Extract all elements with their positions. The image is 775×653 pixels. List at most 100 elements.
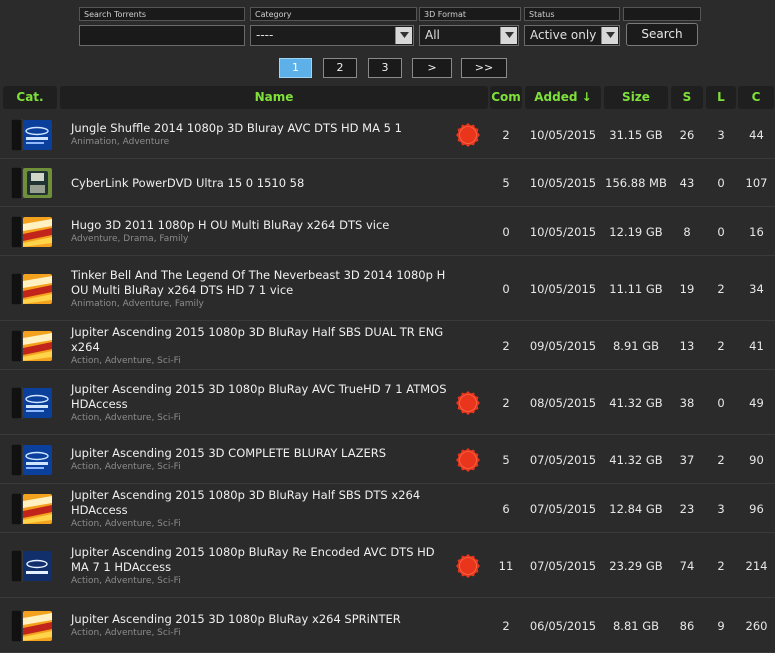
table-row[interactable]: Hugo 3D 2011 1080p H OU Multi BluRay x26…	[0, 207, 775, 256]
page-1-button[interactable]: 1	[279, 58, 312, 78]
status-select[interactable]: Active only	[524, 25, 620, 46]
torrent-title-link[interactable]: Jupiter Ascending 2015 1080p BluRay Re E…	[71, 545, 451, 575]
page-3-button[interactable]: 3	[368, 58, 402, 78]
torrent-size: 41.32 GB	[609, 453, 663, 467]
sort-down-icon: ↓	[581, 90, 592, 104]
leechers-count: 0	[717, 225, 725, 239]
comments-count[interactable]: 6	[490, 502, 522, 516]
seeders-count: 86	[679, 619, 695, 633]
x264-icon[interactable]	[10, 492, 53, 526]
bd25-icon[interactable]	[10, 549, 53, 583]
torrent-size: 11.11 GB	[609, 282, 663, 296]
column-header-size[interactable]: Size	[604, 86, 668, 109]
comments-count[interactable]: 11	[490, 559, 522, 573]
torrent-genres: Action, Adventure, Sci-Fi	[71, 413, 181, 423]
bluray-icon[interactable]	[10, 118, 53, 152]
added-date: 10/05/2015	[529, 225, 597, 239]
next-page-button[interactable]: >	[412, 58, 452, 78]
bluray-icon[interactable]	[10, 443, 53, 477]
torrent-title-link[interactable]: Jungle Shuffle 2014 1080p 3D Bluray AVC …	[71, 121, 451, 136]
x264-icon[interactable]	[10, 272, 53, 306]
completed-count: 34	[749, 282, 764, 296]
seeders-count: 74	[679, 559, 695, 573]
leechers-count: 0	[717, 176, 725, 190]
column-header-leechers[interactable]: L	[706, 86, 736, 109]
completed-count: 107	[745, 176, 768, 190]
leechers-count: 3	[717, 502, 725, 516]
leechers-count: 3	[717, 128, 725, 142]
torrent-genres: Action, Adventure, Sci-Fi	[71, 576, 181, 586]
column-header-com[interactable]: Com	[490, 86, 522, 109]
column-header-completed[interactable]: C	[738, 86, 774, 109]
table-row[interactable]: Tinker Bell And The Legend Of The Neverb…	[0, 256, 775, 321]
comments-count[interactable]: 0	[490, 225, 522, 239]
last-page-button[interactable]: >>	[461, 58, 507, 78]
torrent-genres: Animation, Adventure, Family	[71, 299, 204, 309]
torrent-title-link[interactable]: Jupiter Ascending 2015 3D 1080p BluRay x…	[71, 612, 451, 627]
torrent-title-link[interactable]: Tinker Bell And The Legend Of The Neverb…	[71, 268, 451, 298]
leechers-count: 2	[717, 453, 725, 467]
3d-format-select[interactable]: All	[419, 25, 519, 46]
comments-count[interactable]: 2	[490, 619, 522, 633]
torrent-title-block: Jupiter Ascending 2015 3D COMPLETE BLURA…	[71, 446, 451, 473]
table-row[interactable]: Jungle Shuffle 2014 1080p 3D Bluray AVC …	[0, 110, 775, 159]
completed-count: 49	[749, 396, 764, 410]
torrent-size: 12.84 GB	[609, 502, 663, 516]
seeders-count: 19	[679, 282, 695, 296]
column-header-cat[interactable]: Cat.	[3, 86, 57, 109]
added-date: 08/05/2015	[529, 396, 597, 410]
torrent-title-block: Jupiter Ascending 2015 1080p BluRay Re E…	[71, 545, 451, 587]
table-row[interactable]: Jupiter Ascending 2015 1080p 3D BluRay H…	[0, 321, 775, 370]
table-row[interactable]: Jupiter Ascending 2015 1080p 3D BluRay H…	[0, 484, 775, 533]
torrent-size: 8.81 GB	[612, 619, 660, 633]
comments-count[interactable]: 0	[490, 282, 522, 296]
column-header-added[interactable]: Added ↓	[525, 86, 601, 109]
seeders-count: 8	[683, 225, 691, 239]
x264-icon[interactable]	[10, 215, 53, 249]
comments-count[interactable]: 5	[490, 176, 522, 190]
torrent-size: 12.19 GB	[609, 225, 663, 239]
torrent-title-link[interactable]: Jupiter Ascending 2015 3D 1080p BluRay A…	[71, 382, 451, 412]
x264-icon[interactable]	[10, 329, 53, 363]
x264-icon[interactable]	[10, 609, 53, 643]
torrent-title-block: CyberLink PowerDVD Ultra 15 0 1510 58	[71, 176, 451, 191]
torrent-title-block: Tinker Bell And The Legend Of The Neverb…	[71, 268, 451, 310]
column-header-name[interactable]: Name	[60, 86, 488, 109]
column-header-seeders[interactable]: S	[671, 86, 703, 109]
added-date: 10/05/2015	[529, 176, 597, 190]
torrent-genres: Action, Adventure, Sci-Fi	[71, 628, 181, 638]
search-button[interactable]: Search	[626, 23, 698, 46]
torrent-genres: Action, Adventure, Sci-Fi	[71, 519, 181, 529]
torrent-title-link[interactable]: CyberLink PowerDVD Ultra 15 0 1510 58	[71, 176, 451, 191]
torrent-size: 41.32 GB	[609, 396, 663, 410]
torrent-title-link[interactable]: Jupiter Ascending 2015 3D COMPLETE BLURA…	[71, 446, 451, 461]
table-header: Cat. Name Com Added ↓ Size S L C	[0, 86, 775, 109]
leechers-count: 2	[717, 559, 725, 573]
seeders-count: 37	[679, 453, 695, 467]
completed-count: 16	[749, 225, 764, 239]
comments-count[interactable]: 2	[490, 396, 522, 410]
table-row[interactable]: CyberLink PowerDVD Ultra 15 0 1510 58 5 10…	[0, 159, 775, 207]
table-row[interactable]: Jupiter Ascending 2015 1080p BluRay Re E…	[0, 533, 775, 598]
search-input[interactable]	[79, 25, 245, 46]
comments-count[interactable]: 2	[490, 339, 522, 353]
pc-iso-icon[interactable]	[10, 166, 53, 200]
torrent-title-link[interactable]: Jupiter Ascending 2015 1080p 3D BluRay H…	[71, 488, 451, 518]
page-2-button[interactable]: 2	[323, 58, 357, 78]
seeders-count: 13	[679, 339, 695, 353]
torrent-size: 156.88 MB	[605, 176, 667, 190]
category-label: Category	[250, 7, 417, 21]
comments-count[interactable]: 5	[490, 453, 522, 467]
table-row[interactable]: Jupiter Ascending 2015 3D 1080p BluRay x…	[0, 598, 775, 653]
category-select[interactable]: ----	[250, 25, 414, 46]
seeders-count: 26	[679, 128, 695, 142]
comments-count[interactable]: 2	[490, 128, 522, 142]
torrent-title-link[interactable]: Hugo 3D 2011 1080p H OU Multi BluRay x26…	[71, 218, 451, 233]
table-row[interactable]: Jupiter Ascending 2015 3D COMPLETE BLURA…	[0, 435, 775, 484]
table-row[interactable]: Jupiter Ascending 2015 3D 1080p BluRay A…	[0, 370, 775, 435]
column-header-added-label: Added	[534, 90, 578, 104]
torrent-title-link[interactable]: Jupiter Ascending 2015 1080p 3D BluRay H…	[71, 325, 451, 355]
3d-format-select-value: All	[425, 28, 440, 42]
chevron-down-icon	[395, 27, 412, 44]
bluray-icon[interactable]	[10, 386, 53, 420]
